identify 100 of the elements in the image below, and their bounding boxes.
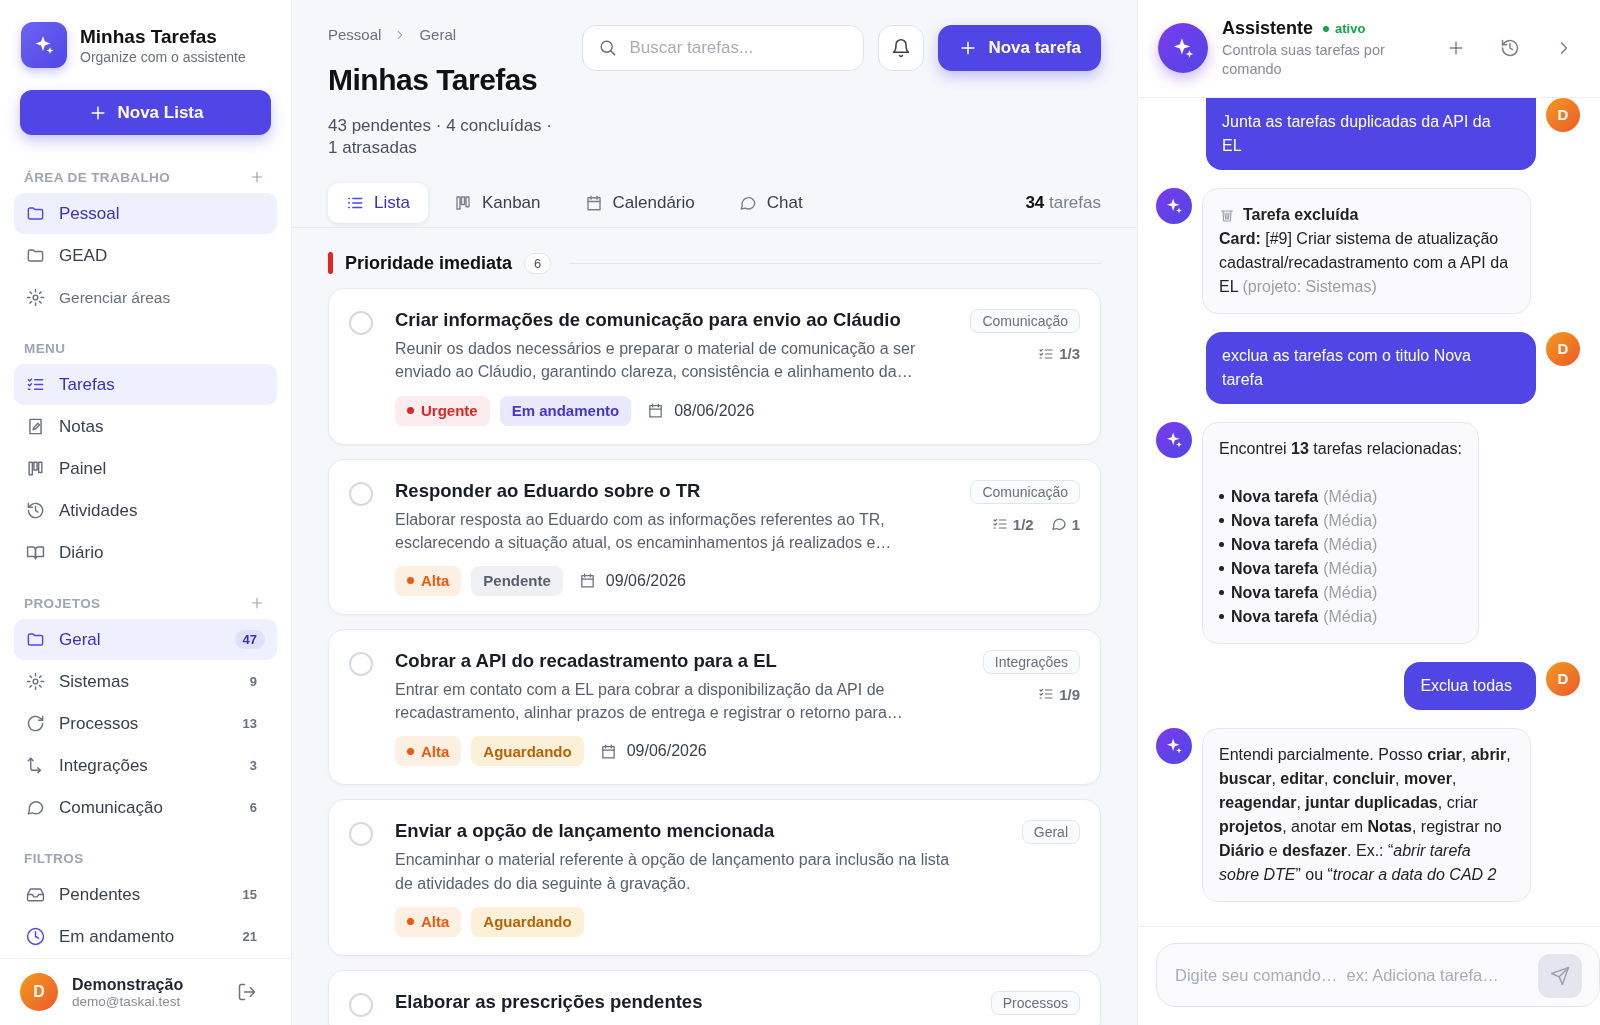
user-message: exclua as tarefas com o titulo Nova tarefa bbox=[1206, 331, 1536, 404]
history-icon[interactable] bbox=[1500, 38, 1520, 59]
task-title: Enviar a opção de lançamento mencionada bbox=[395, 820, 776, 843]
subtask-count: 1/2 bbox=[1012, 515, 1034, 533]
task-description: Reunir os dados necessários e preparar o material de comunicação a ser enviado ao Cláudio, garantindo clareza, consistência e alinhamento da… bbox=[395, 339, 917, 383]
sidebar-item[interactable]: Tarefas bbox=[14, 364, 277, 405]
sidebar-item[interactable]: Atividades bbox=[14, 490, 277, 531]
columns-icon bbox=[453, 194, 472, 213]
subtask-count: 1/3 bbox=[1059, 345, 1080, 363]
notifications-button[interactable] bbox=[878, 25, 925, 71]
user-avatar: D bbox=[20, 973, 58, 1011]
breadcrumb-link[interactable]: Geral bbox=[419, 26, 457, 43]
task-card[interactable]: Enviar a opção de lançamento mencionada Encaminhar o material referente à opção de lançamento para inclusão na lista de atividades do dia seguinte à gravação. Alta Aguardando Geral bbox=[328, 799, 1101, 956]
new-list-button[interactable]: Nova Lista bbox=[20, 90, 271, 135]
view-tab[interactable]: Lista bbox=[328, 183, 428, 224]
task-list-item: Nova tarefa (Média) bbox=[1219, 484, 1462, 509]
columns-icon bbox=[26, 459, 45, 478]
section-heading: MENU bbox=[24, 340, 66, 356]
plus-icon[interactable] bbox=[249, 169, 265, 185]
sidebar-item[interactable]: Processos 13 bbox=[14, 703, 277, 744]
sidebar-item[interactable]: Em andamento 21 bbox=[14, 916, 277, 957]
section-heading: PROJETOS bbox=[24, 595, 101, 611]
section-heading: ÁREA DE TRABALHO bbox=[24, 169, 171, 185]
project-tag: Processos bbox=[990, 990, 1080, 1015]
priority-badge: Urgente bbox=[395, 395, 490, 426]
task-title: Cobrar a API do recadastramento para a EL bbox=[395, 649, 778, 672]
status-badge: Pendente bbox=[471, 565, 563, 596]
task-title: Responder ao Eduardo sobre o TR bbox=[395, 479, 702, 502]
sidebar-item[interactable]: Diário bbox=[14, 532, 277, 573]
sidebar-item[interactable]: GEAD bbox=[14, 235, 277, 276]
calendar-icon bbox=[647, 402, 665, 420]
sidebar-item[interactable]: Comunicação 6 bbox=[14, 787, 277, 828]
assistant-title: Assistente bbox=[1222, 18, 1314, 39]
sidebar-item[interactable]: Painel bbox=[14, 448, 277, 489]
message-text: Encontrei 13 tarefas relacionadas: bbox=[1219, 438, 1462, 459]
task-checkbox[interactable] bbox=[349, 311, 373, 336]
assistant-subtitle: Controla suas tarefas por comando bbox=[1222, 41, 1386, 79]
folder-icon bbox=[26, 246, 45, 265]
view-tab[interactable]: Calendário bbox=[566, 183, 713, 224]
due-date: 08/06/2026 bbox=[674, 401, 755, 420]
history-icon bbox=[26, 501, 45, 520]
project-tag: Comunicação bbox=[970, 479, 1080, 504]
new-task-button[interactable]: Nova tarefa bbox=[938, 25, 1101, 71]
sidebar-item[interactable]: Notas bbox=[14, 406, 277, 447]
task-checkbox[interactable] bbox=[349, 822, 373, 847]
sidebar-item[interactable]: Gerenciar áreas bbox=[14, 277, 277, 318]
message-text: Card: [#9] Criar sistema de atualização cadastral/recadastramento com a API da EL (projeto: Sistemas) bbox=[1219, 228, 1510, 297]
plus-icon[interactable] bbox=[249, 595, 265, 611]
page-title: Minhas Tarefas bbox=[328, 63, 539, 97]
status-dot bbox=[1323, 25, 1330, 32]
task-card[interactable]: Elaborar as prescrições pendentes Processos bbox=[328, 969, 1101, 1025]
comment-count: 1 bbox=[1071, 515, 1080, 533]
search-field[interactable]: Buscar tarefas... bbox=[582, 25, 865, 71]
view-tab[interactable]: Chat bbox=[720, 183, 821, 224]
task-card[interactable] bbox=[328, 628, 1101, 786]
logout-icon[interactable] bbox=[237, 982, 257, 1002]
status-badge: Em andamento bbox=[499, 395, 632, 426]
task-card[interactable] bbox=[328, 458, 1101, 615]
task-list-item: Nova tarefa (Média) bbox=[1219, 556, 1462, 581]
project-tag: Integrações bbox=[982, 649, 1080, 674]
assistant-status: ativo bbox=[1335, 21, 1366, 36]
breadcrumb-link[interactable]: Pessoal bbox=[328, 26, 382, 43]
sidebar-item[interactable]: Geral 47 bbox=[14, 619, 277, 660]
sidebar-item[interactable]: Sistemas 9 bbox=[14, 661, 277, 702]
priority-badge: Alta bbox=[395, 906, 462, 937]
send-button[interactable] bbox=[1538, 954, 1582, 998]
task-description: Entrar em contato com a EL para cobrar a disponibilização da API de recadastramento, alinhar prazos de entrega e registrar o retorno para… bbox=[395, 679, 904, 724]
message-title: Tarefa excluída bbox=[1243, 204, 1359, 225]
sidebar-item[interactable]: Pessoal bbox=[14, 193, 277, 234]
clock-icon bbox=[26, 927, 45, 946]
chat-bubble-icon bbox=[738, 194, 757, 213]
task-list-item: Nova tarefa (Média) bbox=[1219, 604, 1462, 629]
due-date: 09/06/2026 bbox=[626, 742, 707, 761]
calendar-icon bbox=[599, 742, 617, 760]
app-title: Minhas Tarefas bbox=[80, 25, 218, 48]
chat-bubble-icon bbox=[26, 798, 45, 817]
user-avatar: D bbox=[1546, 661, 1580, 696]
task-count: 34 tarefas bbox=[1025, 193, 1101, 214]
project-tag: Comunicação bbox=[970, 309, 1080, 334]
refresh-icon bbox=[26, 714, 45, 733]
book-icon bbox=[26, 543, 45, 562]
group-title: Prioridade imediata bbox=[345, 252, 513, 274]
sidebar-item[interactable]: Integrações 3 bbox=[14, 745, 277, 786]
task-description: Elaborar resposta ao Eduardo com as informações referentes ao TR, esclarecendo a situação atual, os encaminhamentos já realizados e… bbox=[395, 509, 893, 553]
task-list-item: Nova tarefa (Média) bbox=[1219, 580, 1462, 605]
command-field[interactable]: Digite seu comando… ex: Adiciona tarefa… bbox=[1156, 943, 1600, 1007]
task-title: Elaborar as prescrições pendentes bbox=[395, 990, 704, 1013]
project-tag: Geral bbox=[1021, 820, 1080, 845]
folder-icon bbox=[26, 630, 45, 649]
gear-icon bbox=[26, 288, 45, 307]
sidebar-item[interactable]: Pendentes 15 bbox=[14, 874, 277, 915]
due-date: 09/06/2026 bbox=[605, 571, 686, 590]
section-heading: FILTROS bbox=[24, 850, 84, 866]
view-tab[interactable]: Kanban bbox=[435, 183, 559, 224]
task-checkbox[interactable] bbox=[349, 481, 373, 506]
task-checkbox[interactable] bbox=[349, 992, 373, 1017]
task-card[interactable] bbox=[328, 288, 1101, 445]
task-checkbox[interactable] bbox=[349, 651, 373, 676]
priority-marker bbox=[328, 252, 333, 275]
app-subtitle: Organize com o assistente bbox=[80, 48, 246, 65]
